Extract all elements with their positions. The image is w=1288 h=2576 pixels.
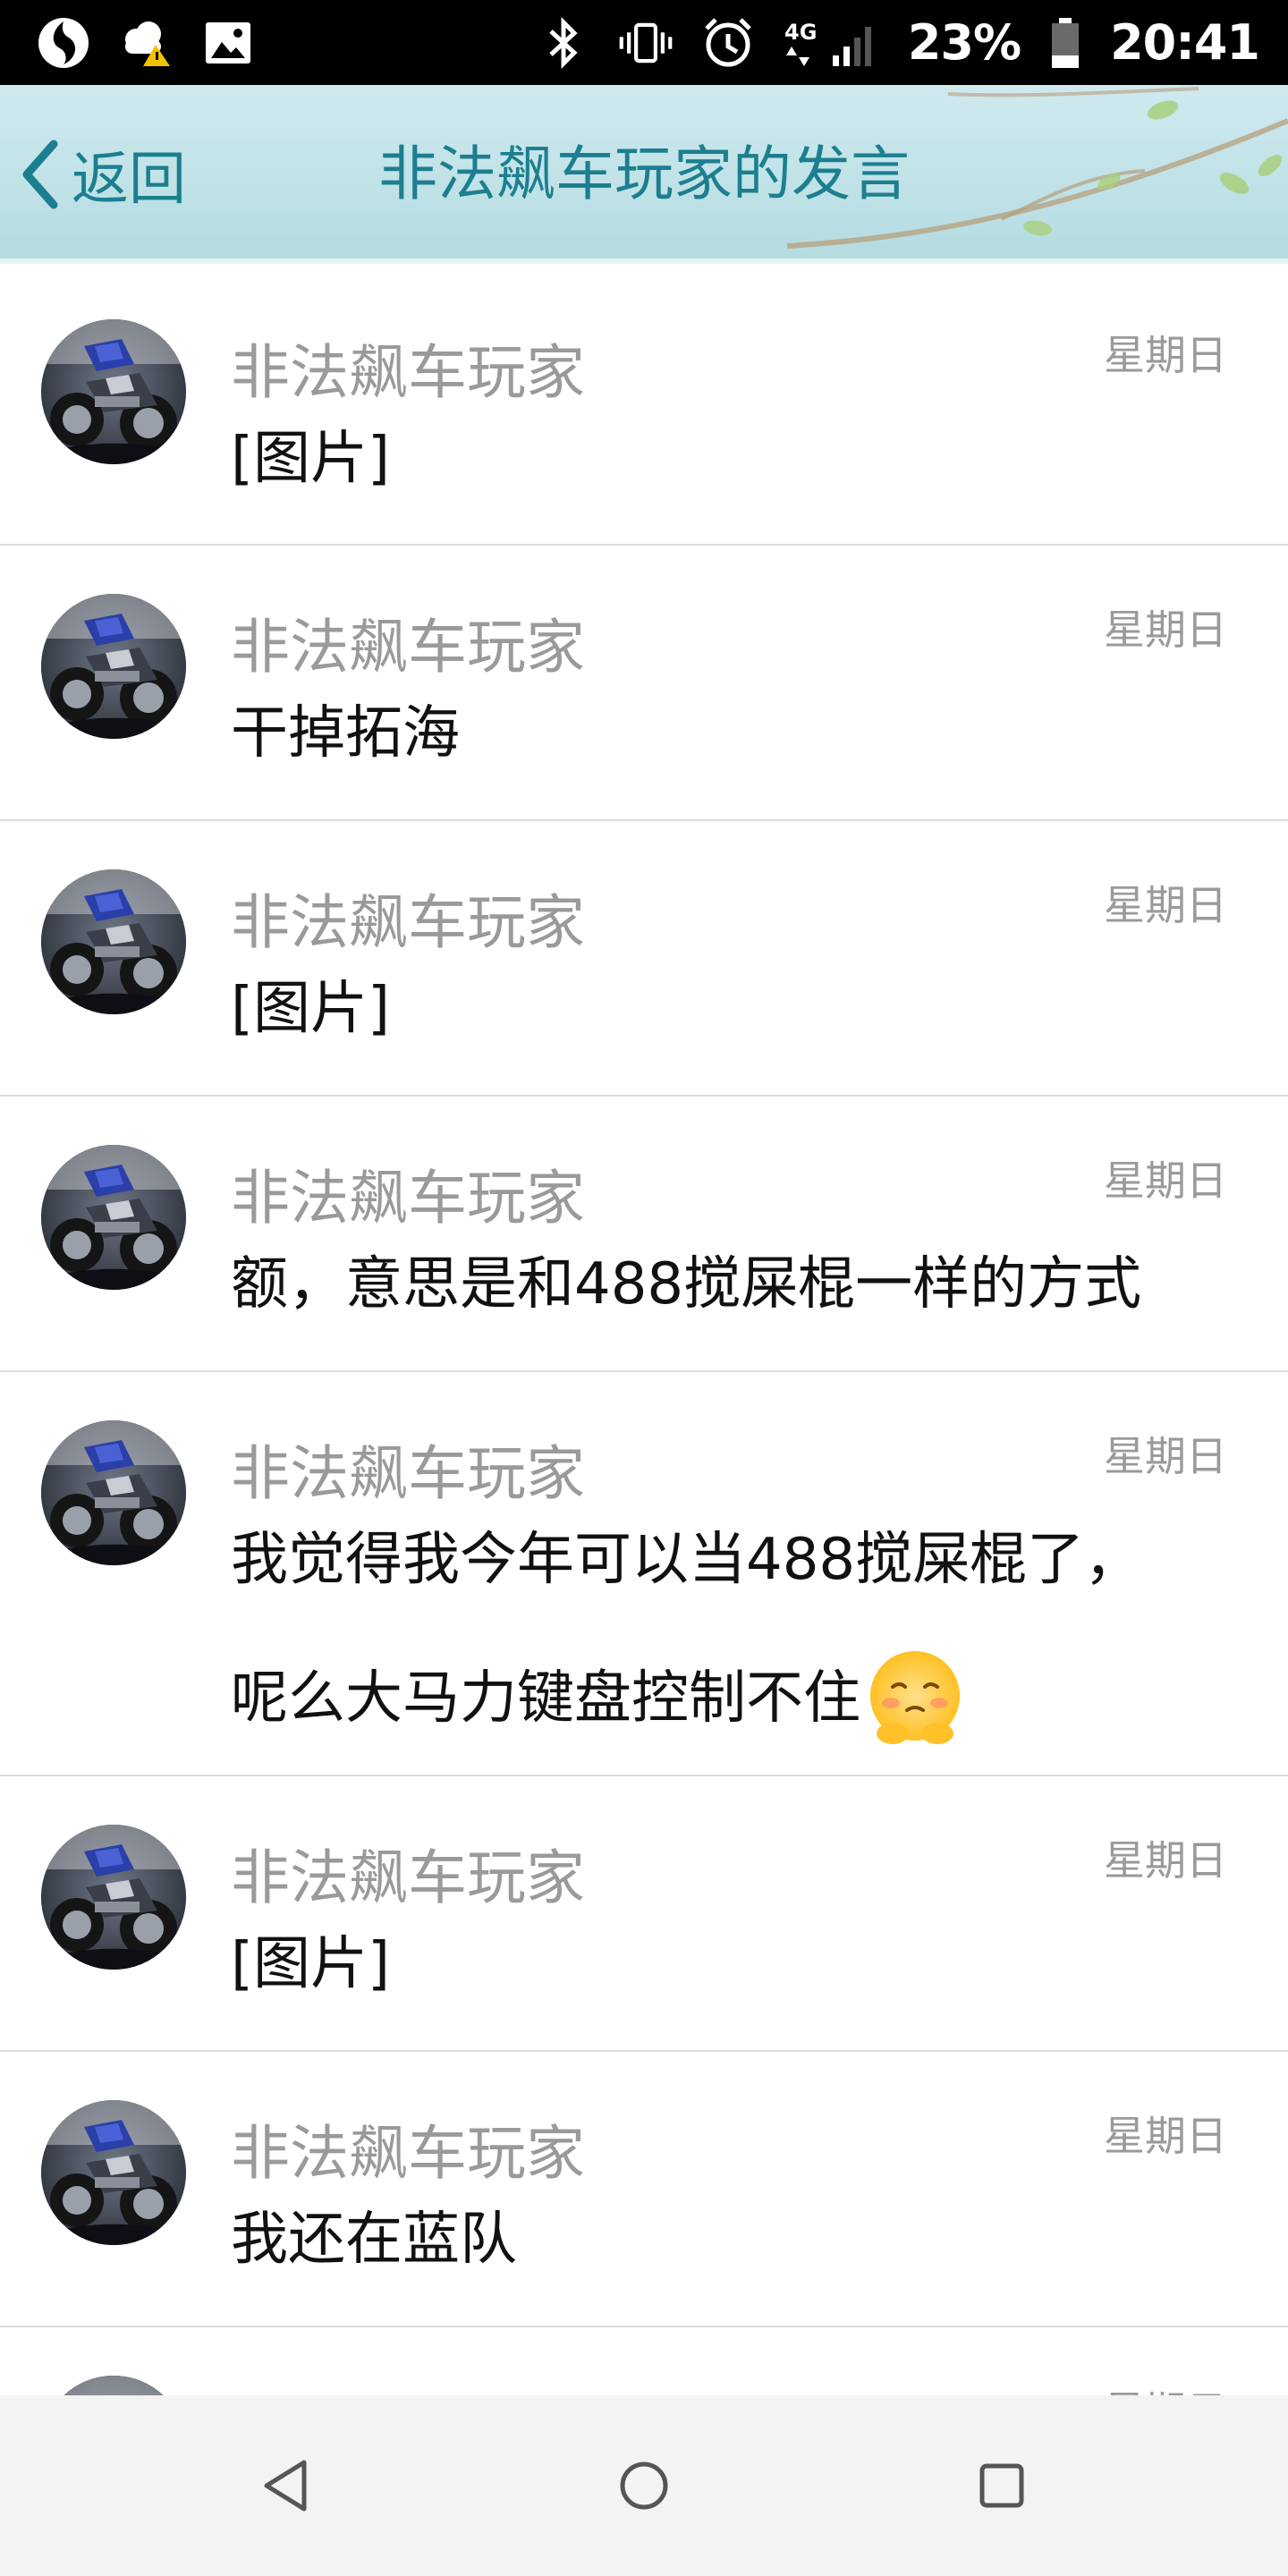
message-time: 星期日 [1104, 1836, 1227, 1885]
message-time: 星期日 [1104, 2112, 1227, 2160]
app-header: 返回 非法飙车玩家的发言 [0, 85, 1288, 264]
list-item[interactable]: 非法飙车玩家 星期日 [图片] [0, 821, 1288, 1097]
nav-recents-icon [979, 2463, 1024, 2508]
list-item[interactable]: 非法飙车玩家 星期日 额，意思是和488搅屎棍一样的方式 [0, 1097, 1288, 1372]
app-logo-icon [36, 15, 91, 71]
avatar[interactable] [41, 594, 186, 739]
alarm-icon [700, 15, 756, 71]
avatar[interactable] [41, 2100, 186, 2245]
nav-home-button[interactable] [590, 2432, 698, 2539]
vibrate-icon [618, 15, 674, 71]
sender-name: 非法飙车玩家 [231, 1164, 585, 1233]
sender-name: 非法飙车玩家 [231, 1843, 585, 1912]
message-time: 星期日 [1104, 606, 1227, 654]
message-time: 星期日 [1104, 1157, 1227, 1205]
message-text: 额，意思是和488搅屎棍一样的方式 [231, 1251, 1142, 1318]
message-text-line: 我觉得我今年可以当488搅屎棍了， [231, 1527, 1142, 1593]
message-time: 星期日 [1104, 1432, 1227, 1480]
battery-icon [1047, 15, 1083, 71]
message-text: 干掉拓海 [231, 700, 460, 767]
list-item[interactable]: 非法飙车玩家 星期日 我还在蓝队 [0, 2052, 1288, 2327]
message-text: 我还在蓝队 [231, 2207, 517, 2273]
avatar[interactable] [41, 1825, 186, 1970]
list-item[interactable]: 非法飙车玩家 星期日 [0, 2327, 1288, 2395]
page-title: 非法飙车玩家的发言 [378, 140, 910, 208]
message-text: [图片] [231, 426, 390, 492]
sender-name: 非法飙车玩家 [231, 1439, 585, 1508]
svg-text:4G: 4G [784, 20, 817, 45]
nav-back-icon [264, 2460, 307, 2512]
message-text-line: 呢么大马力键盘控制不住 [231, 1665, 860, 1732]
nav-back-button[interactable] [233, 2432, 340, 2539]
system-nav-bar [0, 2395, 1288, 2576]
avatar[interactable] [41, 1145, 186, 1290]
sender-name: 非法飙车玩家 [231, 338, 585, 407]
signal-icon: 4G [783, 15, 881, 71]
embarrassed-face-emoji-icon [870, 1651, 960, 1744]
nav-home-icon [620, 2462, 668, 2510]
list-item[interactable]: 非法飙车玩家 星期日 [图片] [0, 271, 1288, 546]
avatar[interactable] [41, 869, 186, 1014]
message-text-line-wrap: 呢么大马力键盘控制不住 [231, 1649, 1243, 1748]
sender-name: 非法飙车玩家 [231, 613, 585, 682]
message-text: 我觉得我今年可以当488搅屎棍了， 呢么大马力键盘控制不住 [231, 1524, 1243, 1748]
sender-name: 非法飙车玩家 [231, 2381, 585, 2395]
message-time: 星期日 [1104, 331, 1227, 379]
sender-name: 非法飙车玩家 [231, 888, 585, 957]
sender-name: 非法飙车玩家 [231, 2119, 585, 2188]
clock: 20:41 [1110, 14, 1260, 71]
avatar[interactable] [41, 2376, 186, 2395]
nav-recents-button[interactable] [948, 2432, 1055, 2539]
message-time: 星期日 [1104, 881, 1227, 929]
list-item[interactable]: 非法飙车玩家 星期日 [图片] [0, 1776, 1288, 2052]
bluetooth-icon [536, 15, 591, 71]
avatar[interactable] [41, 1420, 186, 1565]
avatar[interactable] [41, 319, 186, 464]
list-item[interactable]: 非法飙车玩家 星期日 干掉拓海 [0, 546, 1288, 821]
weather-cloud-icon [118, 15, 174, 71]
message-text: [图片] [231, 1931, 390, 1997]
message-list[interactable]: 非法飙车玩家 星期日 [图片] 非法飙车玩家 星期日 干掉拓海 非法飙车玩家 星… [0, 271, 1288, 2395]
message-time: 星期日 [1104, 2379, 1227, 2395]
image-icon [200, 15, 256, 71]
message-text: [图片] [231, 976, 390, 1042]
battery-percent: 23% [907, 14, 1021, 71]
status-bar: 4G 23% 20:41 [0, 0, 1288, 85]
list-item[interactable]: 非法飙车玩家 星期日 我觉得我今年可以当488搅屎棍了， 呢么大马力键盘控制不住 [0, 1372, 1288, 1776]
